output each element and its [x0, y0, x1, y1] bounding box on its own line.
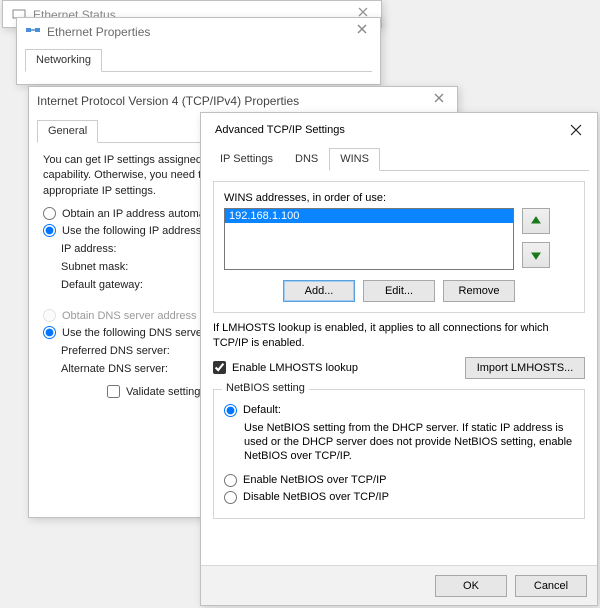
- ipv4-properties-title: Internet Protocol Version 4 (TCP/IPv4) P…: [37, 94, 429, 108]
- dialog-button-bar: OK Cancel: [201, 565, 597, 605]
- tab-wins[interactable]: WINS: [329, 148, 380, 171]
- network-icon: [25, 24, 41, 40]
- tab-networking[interactable]: Networking: [25, 49, 102, 72]
- radio-netbios-enable-label: Enable NetBIOS over TCP/IP: [243, 474, 386, 486]
- advanced-tcpip-title: Advanced TCP/IP Settings: [215, 124, 567, 136]
- netbios-default-desc: Use NetBIOS setting from the DHCP server…: [244, 421, 574, 464]
- checkbox-enable-lmhosts-label: Enable LMHOSTS lookup: [232, 362, 465, 374]
- close-icon[interactable]: [429, 93, 449, 109]
- radio-netbios-default[interactable]: Default:: [224, 404, 574, 417]
- remove-button[interactable]: Remove: [443, 280, 515, 302]
- radio-use-ip-label: Use the following IP address:: [62, 225, 204, 237]
- add-button[interactable]: Add...: [283, 280, 355, 302]
- move-down-button[interactable]: [522, 242, 550, 268]
- close-icon[interactable]: [352, 24, 372, 40]
- wins-address-item[interactable]: 192.168.1.100: [225, 209, 513, 223]
- lmhosts-info-text: If LMHOSTS lookup is enabled, it applies…: [213, 321, 585, 351]
- radio-netbios-disable-label: Disable NetBIOS over TCP/IP: [243, 491, 389, 503]
- ethernet-properties-title: Ethernet Properties: [47, 25, 352, 39]
- import-lmhosts-button[interactable]: Import LMHOSTS...: [465, 357, 585, 379]
- tab-ip-settings[interactable]: IP Settings: [209, 148, 284, 171]
- cancel-button[interactable]: Cancel: [515, 575, 587, 597]
- ok-button[interactable]: OK: [435, 575, 507, 597]
- radio-netbios-disable[interactable]: Disable NetBIOS over TCP/IP: [224, 491, 574, 504]
- tab-dns[interactable]: DNS: [284, 148, 329, 171]
- wins-address-listbox[interactable]: 192.168.1.100: [224, 208, 514, 270]
- netbios-legend: NetBIOS setting: [222, 382, 309, 394]
- checkbox-enable-lmhosts[interactable]: [213, 361, 226, 374]
- edit-button[interactable]: Edit...: [363, 280, 435, 302]
- window-ethernet-properties: Ethernet Properties Networking: [16, 17, 381, 85]
- wins-addresses-label: WINS addresses, in order of use:: [224, 192, 574, 204]
- window-advanced-tcpip: Advanced TCP/IP Settings IP Settings DNS…: [200, 112, 598, 606]
- move-up-button[interactable]: [522, 208, 550, 234]
- tab-general[interactable]: General: [37, 120, 98, 143]
- radio-netbios-default-label: Default:: [243, 404, 281, 416]
- radio-netbios-enable[interactable]: Enable NetBIOS over TCP/IP: [224, 474, 574, 487]
- close-icon[interactable]: [567, 121, 585, 139]
